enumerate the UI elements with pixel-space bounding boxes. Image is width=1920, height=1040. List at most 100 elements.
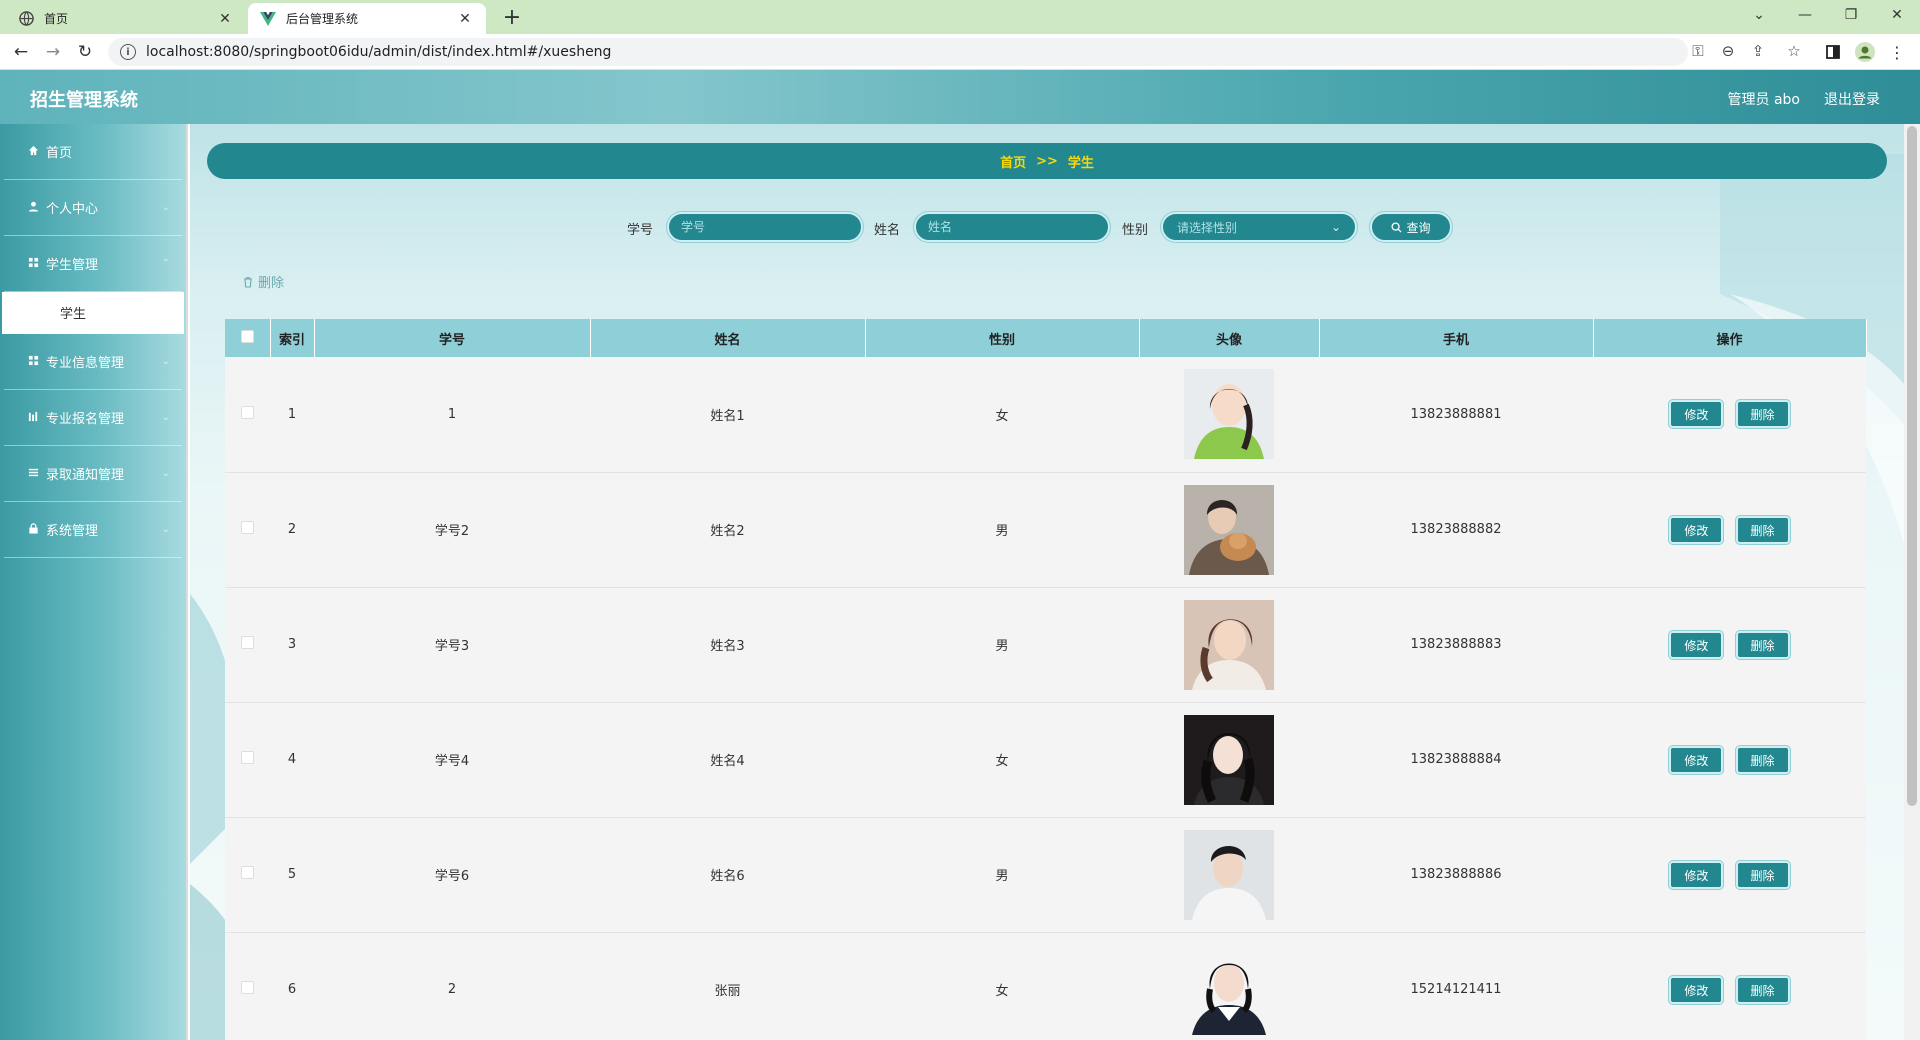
xingbie-cell: 男 <box>865 817 1139 933</box>
row-checkbox[interactable] <box>241 405 254 419</box>
edit-button[interactable]: 修改 <box>1669 860 1724 889</box>
row-checkbox[interactable] <box>241 521 254 534</box>
edit-button[interactable]: 修改 <box>1669 515 1724 544</box>
row-select-cell[interactable] <box>225 472 270 588</box>
xingbie-label: 性别 <box>1122 223 1149 238</box>
logout-link[interactable]: 退出登录 <box>1824 89 1880 109</box>
sidebar-item-student-management[interactable]: 学生管理 ⌃ <box>4 236 182 292</box>
app-header: 招生管理系统 管理员 abo 退出登录 <box>0 70 1920 124</box>
scrollbar-thumb[interactable] <box>1907 126 1917 806</box>
row-select-cell[interactable] <box>225 587 270 703</box>
delete-button[interactable]: 删除 <box>1735 630 1790 659</box>
query-button[interactable]: 查询 <box>1370 212 1452 242</box>
bookmark-star-icon[interactable]: ☆ <box>1784 42 1804 60</box>
lock-icon <box>26 522 40 537</box>
sidebar-item-admission-notice[interactable]: 录取通知管理 ⌄ <box>4 446 182 502</box>
row-select-cell[interactable] <box>225 932 270 1040</box>
browser-tab-admin[interactable]: 后台管理系统 ✕ <box>248 3 486 34</box>
phone-cell: 13823888883 <box>1319 587 1593 703</box>
delete-button[interactable]: 删除 <box>1735 745 1790 774</box>
index-cell: 4 <box>270 702 314 818</box>
forward-icon[interactable]: → <box>40 40 66 64</box>
breadcrumb-separator: >> <box>1036 153 1058 169</box>
bulk-delete-button[interactable]: 删除 <box>242 272 284 291</box>
xuehao-label: 学号 <box>627 223 654 238</box>
actions-cell: 修改 删除 <box>1593 702 1866 818</box>
chevron-up-icon: ⌃ <box>161 258 170 269</box>
restore-icon[interactable]: ❐ <box>1828 0 1874 30</box>
index-cell: 6 <box>270 932 314 1040</box>
row-select-cell[interactable] <box>225 702 270 818</box>
new-tab-icon[interactable]: + <box>498 4 526 32</box>
browser-menu-icon[interactable]: ⋮ <box>1886 41 1908 63</box>
row-checkbox[interactable] <box>241 636 254 649</box>
key-icon[interactable]: ⚿ <box>1688 42 1708 60</box>
delete-button[interactable]: 删除 <box>1735 515 1790 544</box>
site-info-icon[interactable]: i <box>120 44 136 60</box>
grid-icon <box>26 355 40 369</box>
reload-icon[interactable]: ↻ <box>72 40 98 64</box>
index-cell: 1 <box>270 357 314 473</box>
close-tab-icon[interactable]: ✕ <box>216 11 234 27</box>
sidebar-item-major-registration[interactable]: 专业报名管理 ⌄ <box>4 390 182 446</box>
row-checkbox[interactable] <box>241 981 254 994</box>
delete-button[interactable]: 删除 <box>1735 975 1790 1004</box>
share-icon[interactable]: ⇪ <box>1748 42 1768 60</box>
edit-button[interactable]: 修改 <box>1669 400 1724 429</box>
actions-cell: 修改 删除 <box>1593 587 1866 703</box>
select-all-checkbox[interactable] <box>240 329 254 343</box>
row-checkbox[interactable] <box>241 866 254 879</box>
xuehao-cell: 学号2 <box>314 472 590 588</box>
row-select-cell[interactable] <box>225 357 270 473</box>
home-icon <box>26 145 40 159</box>
sidebar-item-home[interactable]: 首页 <box>4 124 182 180</box>
avatar-cell <box>1139 932 1319 1040</box>
sidebar-subitem-student[interactable]: 学生 <box>2 292 184 334</box>
page-scrollbar[interactable] <box>1904 124 1920 1040</box>
url-bar[interactable]: i localhost:8080/springboot06idu/admin/d… <box>108 38 1688 66</box>
select-all-cell[interactable] <box>225 319 271 357</box>
close-tab-icon[interactable]: ✕ <box>456 11 474 27</box>
minimize-icon[interactable]: — <box>1782 0 1828 30</box>
row-checkbox[interactable] <box>241 751 254 764</box>
sidebar-item-label: 录取通知管理 <box>46 468 125 483</box>
tab-search-icon[interactable]: ⌄ <box>1736 0 1782 30</box>
back-icon[interactable]: ← <box>8 40 34 64</box>
table-row: 4 学号4 姓名4 女 13823888884 修改 删除 <box>225 702 1866 818</box>
column-header: 头像 <box>1139 319 1320 357</box>
xingming-input[interactable] <box>914 212 1110 242</box>
edit-button[interactable]: 修改 <box>1669 745 1724 774</box>
xuehao-cell: 学号6 <box>314 817 590 933</box>
phone-cell: 13823888886 <box>1319 817 1593 933</box>
breadcrumb-home[interactable]: 首页 <box>1000 152 1026 171</box>
profile-avatar-icon[interactable] <box>1854 41 1876 63</box>
row-select-cell[interactable] <box>225 817 270 933</box>
trash-icon <box>242 276 254 288</box>
column-header: 性别 <box>865 319 1140 357</box>
edit-button[interactable]: 修改 <box>1669 975 1724 1004</box>
bulk-delete-label: 删除 <box>258 276 285 291</box>
edit-button[interactable]: 修改 <box>1669 630 1724 659</box>
window-close-icon[interactable]: ✕ <box>1874 0 1920 30</box>
zoom-icon[interactable]: ⊖ <box>1718 42 1738 60</box>
side-panel-icon[interactable] <box>1822 41 1844 63</box>
sidebar-item-personal-center[interactable]: 个人中心 ⌄ <box>4 180 182 236</box>
delete-button[interactable]: 删除 <box>1735 400 1790 429</box>
index-cell: 2 <box>270 472 314 588</box>
breadcrumb: 首页 >> 学生 <box>207 143 1887 179</box>
sidebar-item-major-info[interactable]: 专业信息管理 ⌄ <box>4 334 182 390</box>
chevron-down-icon: ⌄ <box>161 202 170 213</box>
xingbie-select[interactable]: 请选择性别 ⌄ <box>1161 212 1357 242</box>
xuehao-input[interactable] <box>667 212 863 242</box>
table-header-row: 索引 学号 姓名 性别 头像 手机 操作 <box>225 319 1867 357</box>
avatar <box>1184 599 1274 690</box>
avatar <box>1184 829 1274 920</box>
browser-tab-home[interactable]: 首页 ✕ <box>6 3 246 34</box>
xingming-cell: 姓名1 <box>590 357 865 473</box>
delete-button[interactable]: 删除 <box>1735 860 1790 889</box>
table-row: 2 学号2 姓名2 男 13823888882 修改 删除 <box>225 472 1866 588</box>
sidebar-item-system-management[interactable]: 系统管理 ⌄ <box>4 502 182 558</box>
sidebar-item-label: 首页 <box>46 146 73 161</box>
tab-title: 后台管理系统 <box>286 12 359 26</box>
table-row: 3 学号3 姓名3 男 13823888883 修改 删除 <box>225 587 1866 703</box>
